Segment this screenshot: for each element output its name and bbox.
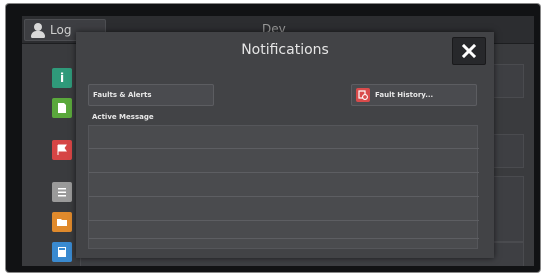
faults-alerts-button[interactable]: Faults & Alerts [88,84,214,106]
flag-icon[interactable] [52,140,72,160]
document-icon[interactable] [52,98,72,118]
login-label: Log [50,23,72,37]
fault-history-icon [356,88,370,102]
fault-history-label: Fault History... [375,91,434,99]
calculator-icon[interactable] [52,242,72,262]
dialog-title: Notifications [241,42,329,58]
device-bezel: Log Dev i Notifications Faults & Alerts … [6,4,540,272]
list-item [89,148,479,149]
info-icon[interactable]: i [52,68,72,88]
close-x-icon [462,44,476,58]
list-icon[interactable] [52,182,72,202]
active-message-label: Active Message [92,113,154,121]
user-icon [31,22,45,38]
notifications-dialog: Notifications Faults & Alerts Fault Hist… [76,32,494,258]
touch-screen: Log Dev i Notifications Faults & Alerts … [22,16,534,266]
list-item [89,220,479,221]
faults-alerts-label: Faults & Alerts [93,91,152,99]
fault-history-button[interactable]: Fault History... [351,84,477,106]
list-item [89,238,479,239]
close-button[interactable] [452,37,486,65]
active-message-list [88,125,479,249]
folder-icon[interactable] [52,212,72,232]
list-item [89,196,479,197]
list-item [89,172,479,173]
